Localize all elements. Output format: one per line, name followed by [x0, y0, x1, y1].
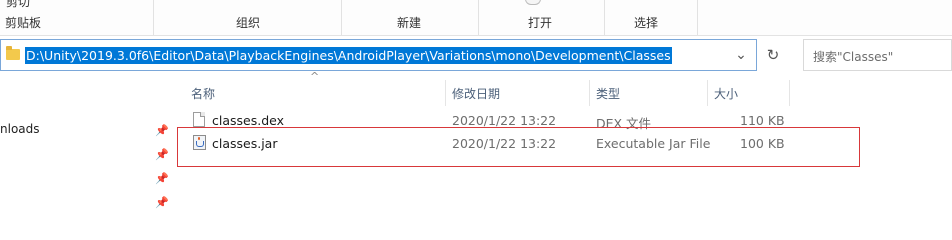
folder-icon [6, 46, 20, 60]
sort-up-icon: ^ [310, 70, 320, 83]
ribbon-group-open: 打开 [528, 16, 553, 30]
ribbon-separator [341, 0, 342, 35]
ribbon-separator [478, 0, 479, 35]
column-divider[interactable] [589, 80, 590, 106]
file-modified: 2020/1/22 13:22 [452, 113, 557, 128]
chevron-down-icon[interactable]: ⌄ [732, 45, 750, 65]
file-name[interactable]: classes.dex [212, 113, 284, 128]
refresh-button[interactable]: ↻ [760, 39, 786, 71]
pin-icon[interactable]: 📌 [155, 172, 169, 185]
pin-icon[interactable]: 📌 [155, 148, 169, 161]
file-size: 110 KB [740, 113, 785, 128]
pin-icon[interactable]: 📌 [155, 124, 169, 137]
highlight-annotation-box [177, 127, 860, 167]
ribbon-group-new: 新建 [397, 16, 422, 30]
column-header-name[interactable]: 名称 [191, 84, 215, 104]
ribbon-separator [604, 0, 605, 35]
address-bar[interactable]: D:\Unity\2019.3.0f6\Editor\Data\Playback… [0, 39, 757, 71]
ribbon-separator [697, 0, 698, 35]
ribbon-group-organize: 组织 [236, 16, 261, 30]
column-header-type[interactable]: 类型 [596, 84, 620, 104]
ribbon: 剪切 剪贴板 组织 新建 打开 选择 [0, 0, 952, 36]
ribbon-separator [153, 0, 154, 35]
ribbon-group-clipboard: 剪贴板 [5, 16, 42, 30]
address-path-input[interactable]: D:\Unity\2019.3.0f6\Editor\Data\Playback… [25, 47, 672, 64]
column-divider[interactable] [445, 80, 446, 106]
search-input[interactable]: 搜索"Classes" [803, 39, 952, 71]
refresh-icon: ↻ [766, 46, 780, 64]
column-header-size[interactable]: 大小 [714, 84, 738, 104]
search-placeholder: 搜索"Classes" [813, 50, 894, 64]
pin-icon[interactable]: 📌 [155, 196, 169, 209]
ribbon-group-select: 选择 [634, 16, 659, 30]
document-icon [193, 112, 205, 127]
cut-label-fragment[interactable]: 剪切 [6, 0, 30, 10]
open-icon[interactable] [525, 0, 541, 5]
column-divider[interactable] [789, 80, 790, 106]
column-divider[interactable] [707, 80, 708, 106]
column-header-modified[interactable]: 修改日期 [452, 84, 500, 104]
nav-item-downloads[interactable]: nloads [0, 122, 40, 136]
